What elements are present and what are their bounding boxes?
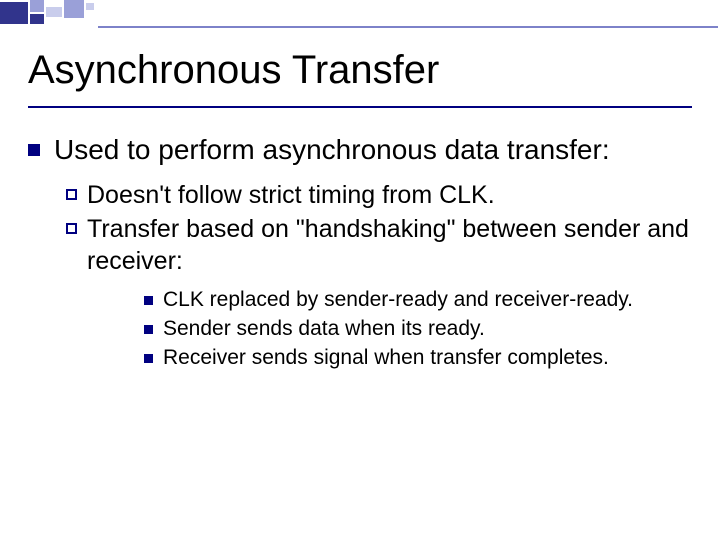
bullet-text: Doesn't follow strict timing from CLK. [87,179,692,211]
square-bullet-icon [144,325,153,334]
bullet-level2-group: Doesn't follow strict timing from CLK. T… [66,179,692,372]
bullet-level3: Sender sends data when its ready. [144,316,692,343]
square-bullet-icon [144,296,153,305]
bullet-level2: Doesn't follow strict timing from CLK. [66,179,692,211]
bullet-level1: Used to perform asynchronous data transf… [28,132,692,167]
title-underline [28,106,692,108]
hollow-square-bullet-icon [66,223,77,234]
bullet-text: Transfer based on "handshaking" between … [87,213,692,277]
bullet-level3: Receiver sends signal when transfer comp… [144,345,692,372]
slide-body: Used to perform asynchronous data transf… [28,132,692,374]
corner-decoration [0,0,720,26]
bullet-text: Sender sends data when its ready. [163,316,692,343]
bullet-level3-group: CLK replaced by sender-ready and receive… [144,287,692,372]
bullet-text: Used to perform asynchronous data transf… [54,132,692,167]
square-bullet-icon [144,354,153,363]
hollow-square-bullet-icon [66,189,77,200]
slide-title: Asynchronous Transfer [28,48,439,93]
bullet-level2: Transfer based on "handshaking" between … [66,213,692,277]
bullet-text: Receiver sends signal when transfer comp… [163,345,692,372]
bullet-level3: CLK replaced by sender-ready and receive… [144,287,692,314]
slide: Asynchronous Transfer Used to perform as… [0,0,720,540]
square-bullet-icon [28,144,40,156]
bullet-text: CLK replaced by sender-ready and receive… [163,287,692,314]
